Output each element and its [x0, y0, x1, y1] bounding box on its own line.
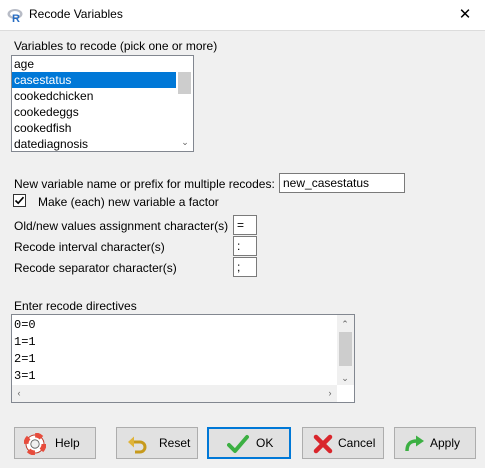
directive-line: 3=1 [14, 369, 36, 383]
list-item[interactable]: casestatus [12, 72, 176, 88]
make-factor-checkbox[interactable] [13, 194, 26, 207]
directive-line: 0=0 [14, 318, 36, 332]
lifebuoy-icon [24, 433, 46, 455]
variables-scroll-thumb[interactable] [178, 72, 191, 94]
directives-vscroll-thumb[interactable] [339, 332, 352, 366]
directives-lines: 0=0 1=1 2=1 3=1 [14, 317, 36, 385]
window-title: Recode Variables [29, 7, 123, 21]
interval-char-field[interactable]: : [233, 236, 257, 256]
directive-line: 2=1 [14, 352, 36, 366]
variables-label: Variables to recode (pick one or more) [14, 39, 218, 53]
interval-char-label: Recode interval character(s) [14, 240, 165, 254]
new-name-label: New variable name or prefix for multiple… [14, 177, 275, 191]
cancel-label: Cancel [338, 436, 376, 450]
assign-char-field[interactable]: = [233, 215, 257, 235]
ok-label: OK [256, 436, 274, 450]
new-name-field[interactable]: new_casestatus [279, 173, 405, 193]
ok-button[interactable]: OK [207, 427, 291, 459]
directives-textarea[interactable]: 0=0 1=1 2=1 3=1 ⌃ ⌄ ‹ › [11, 314, 355, 403]
list-item[interactable]: age [12, 56, 176, 72]
r-logo-icon: R [7, 9, 23, 23]
green-check-icon [227, 435, 249, 453]
list-item[interactable]: datediagnosis [12, 136, 176, 151]
cancel-button[interactable]: Cancel [302, 427, 384, 459]
directives-hscrollbar[interactable]: ‹ › [12, 385, 337, 402]
help-label: Help [55, 436, 80, 450]
list-item[interactable]: cookedfish [12, 120, 176, 136]
separator-char-field[interactable]: ; [233, 257, 257, 277]
variables-list: age casestatus cookedchicken cookedeggs cook… [12, 56, 176, 151]
red-x-icon [313, 434, 333, 454]
separator-char-label: Recode separator character(s) [14, 261, 177, 275]
green-arrow-icon [405, 435, 424, 452]
apply-button[interactable]: Apply [394, 427, 476, 459]
svg-text:R: R [12, 13, 20, 23]
scroll-left-icon[interactable]: ‹ [12, 386, 26, 400]
variables-listbox[interactable]: age casestatus cookedchicken cookedeggs cook… [11, 55, 194, 152]
scroll-up-icon[interactable]: ⌃ [337, 317, 353, 331]
checkmark-icon [14, 196, 25, 205]
scroll-right-icon[interactable]: › [323, 386, 337, 400]
scroll-down-icon[interactable]: ⌄ [337, 371, 353, 385]
list-item[interactable]: cookedchicken [12, 88, 176, 104]
scroll-down-icon[interactable]: ⌄ [177, 135, 193, 149]
reset-button[interactable]: Reset [116, 427, 198, 459]
make-factor-label: Make (each) new variable a factor [38, 195, 219, 209]
variables-scrollbar[interactable]: ⌄ [177, 56, 193, 151]
help-button[interactable]: Help [14, 427, 96, 459]
apply-label: Apply [430, 436, 461, 450]
directives-vscrollbar[interactable]: ⌃ ⌄ [337, 315, 354, 385]
reset-label: Reset [159, 436, 191, 450]
close-icon[interactable]: ✕ [451, 4, 479, 26]
title-bar: R Recode Variables ✕ [0, 0, 485, 31]
undo-arrow-icon [128, 436, 147, 454]
assign-char-label: Old/new values assignment character(s) [14, 219, 229, 233]
list-item[interactable]: cookedeggs [12, 104, 176, 120]
directive-line: 1=1 [14, 335, 36, 349]
directives-label: Enter recode directives [14, 299, 137, 313]
